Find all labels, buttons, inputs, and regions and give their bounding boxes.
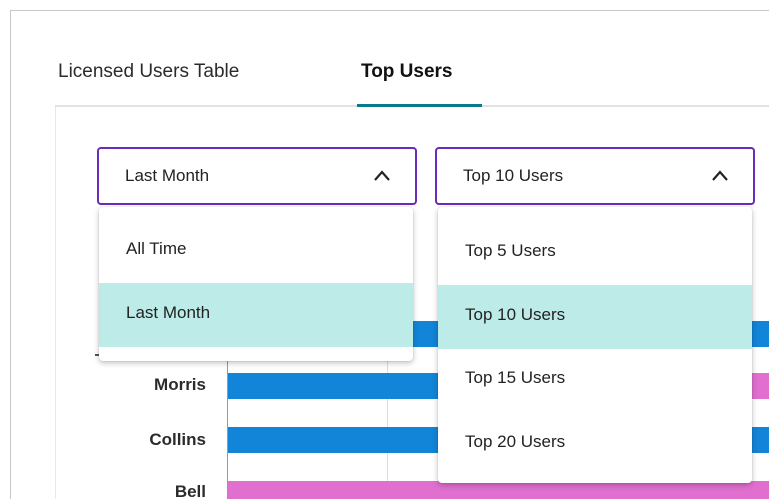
tab-top-users[interactable]: Top Users [361, 61, 453, 83]
option-label: Top 20 Users [465, 432, 566, 451]
bar-label-collins: Collins [149, 430, 206, 449]
period-option-last-month[interactable]: Last Month [99, 283, 413, 347]
option-label: Last Month [126, 303, 211, 322]
option-label: Top 10 Users [465, 305, 566, 324]
top-users-select[interactable]: Top 10 Users [435, 147, 755, 205]
users-option-top-15[interactable]: Top 15 Users [438, 348, 752, 412]
users-option-top-10[interactable]: Top 10 Users [438, 285, 752, 349]
option-label: Top 5 Users [465, 241, 556, 260]
option-label: All Time [126, 239, 187, 258]
period-menu: All Time Last Month [99, 207, 413, 361]
top-users-content: Morris Collins Bell Last Month All Time … [55, 107, 769, 499]
option-label: Top 15 Users [465, 368, 566, 387]
chevron-up-icon [712, 170, 728, 181]
period-option-all-time[interactable]: All Time [99, 219, 413, 283]
top-users-menu: Top 5 Users Top 10 Users Top 15 Users To… [438, 207, 752, 483]
chevron-up-icon [374, 170, 390, 181]
tab-licensed-users-table[interactable]: Licensed Users Table [58, 61, 239, 83]
tab-bar: Licensed Users Table Top Users [55, 11, 769, 107]
top-users-select-value: Top 10 Users [463, 166, 564, 185]
users-option-top-20[interactable]: Top 20 Users [438, 412, 752, 476]
bar-label-bell: Bell [174, 482, 206, 499]
bar-label-morris: Morris [154, 375, 206, 394]
bar-bell-pink[interactable] [228, 481, 769, 499]
period-select-value: Last Month [125, 166, 210, 185]
panel: Licensed Users Table Top Users Morris Co… [10, 10, 769, 499]
period-select[interactable]: Last Month [97, 147, 417, 205]
users-option-top-5[interactable]: Top 5 Users [438, 221, 752, 285]
